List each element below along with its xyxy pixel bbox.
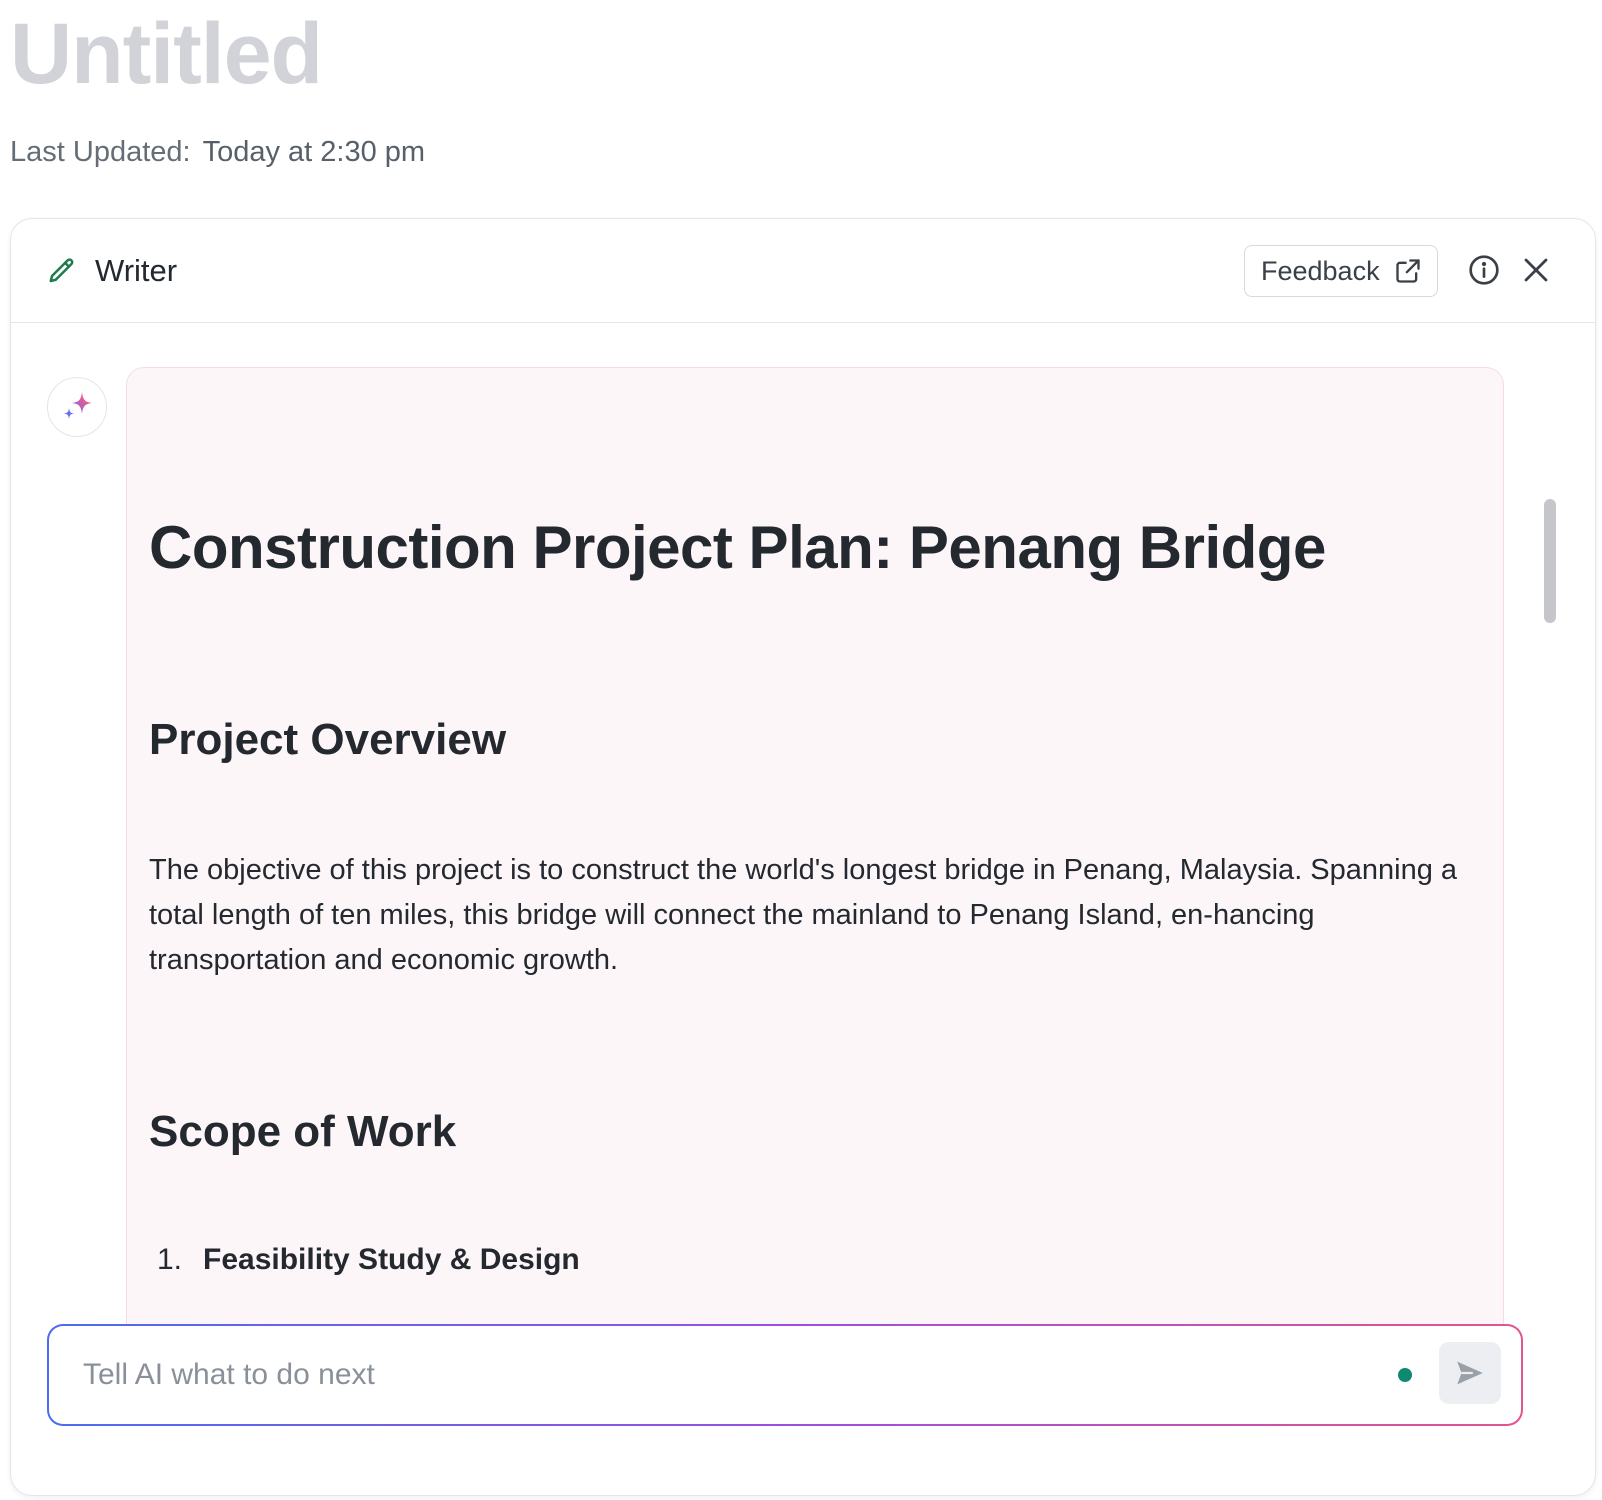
last-updated: Last Updated: Today at 2:30 pm xyxy=(10,132,425,172)
panel-header: Writer Feedback xyxy=(11,219,1595,323)
prompt-box xyxy=(47,1324,1523,1426)
feedback-label: Feedback xyxy=(1261,255,1380,286)
scrollbar-thumb[interactable] xyxy=(1544,499,1556,623)
send-icon xyxy=(1457,1361,1483,1385)
sparkle-icon xyxy=(64,392,92,419)
close-icon[interactable] xyxy=(1521,255,1551,285)
prompt-inner xyxy=(49,1326,1521,1424)
external-link-icon xyxy=(1395,259,1420,283)
status-dot xyxy=(1398,1368,1412,1382)
response-title: Construction Project Plan: Penang Bridge xyxy=(149,514,1326,581)
document-title[interactable]: Untitled xyxy=(10,6,323,102)
scope-heading: Scope of Work xyxy=(149,1107,457,1156)
tool-name: Writer xyxy=(95,253,178,288)
feedback-button[interactable]: Feedback xyxy=(1244,245,1438,297)
last-updated-label: Last Updated: xyxy=(10,136,191,168)
overview-heading: Project Overview xyxy=(149,715,507,764)
ai-response-card: Construction Project Plan: Penang Bridge… xyxy=(126,367,1504,1367)
prompt-input[interactable] xyxy=(83,1350,1363,1400)
overview-paragraph: The objective of this project is to cons… xyxy=(149,854,1458,976)
pencil-icon xyxy=(49,258,74,283)
list-item: 1. Feasibility Study & Design xyxy=(157,1240,580,1280)
last-updated-value: Today at 2:30 pm xyxy=(202,136,426,168)
info-icon[interactable] xyxy=(1468,254,1500,286)
list-item-number: 1. xyxy=(157,1243,183,1276)
writer-panel: Writer Feedback Construction Project Pla… xyxy=(10,218,1596,1496)
list-item-text: Feasibility Study & Design xyxy=(203,1243,580,1276)
assistant-avatar xyxy=(47,377,107,437)
send-button[interactable] xyxy=(1439,1342,1501,1404)
